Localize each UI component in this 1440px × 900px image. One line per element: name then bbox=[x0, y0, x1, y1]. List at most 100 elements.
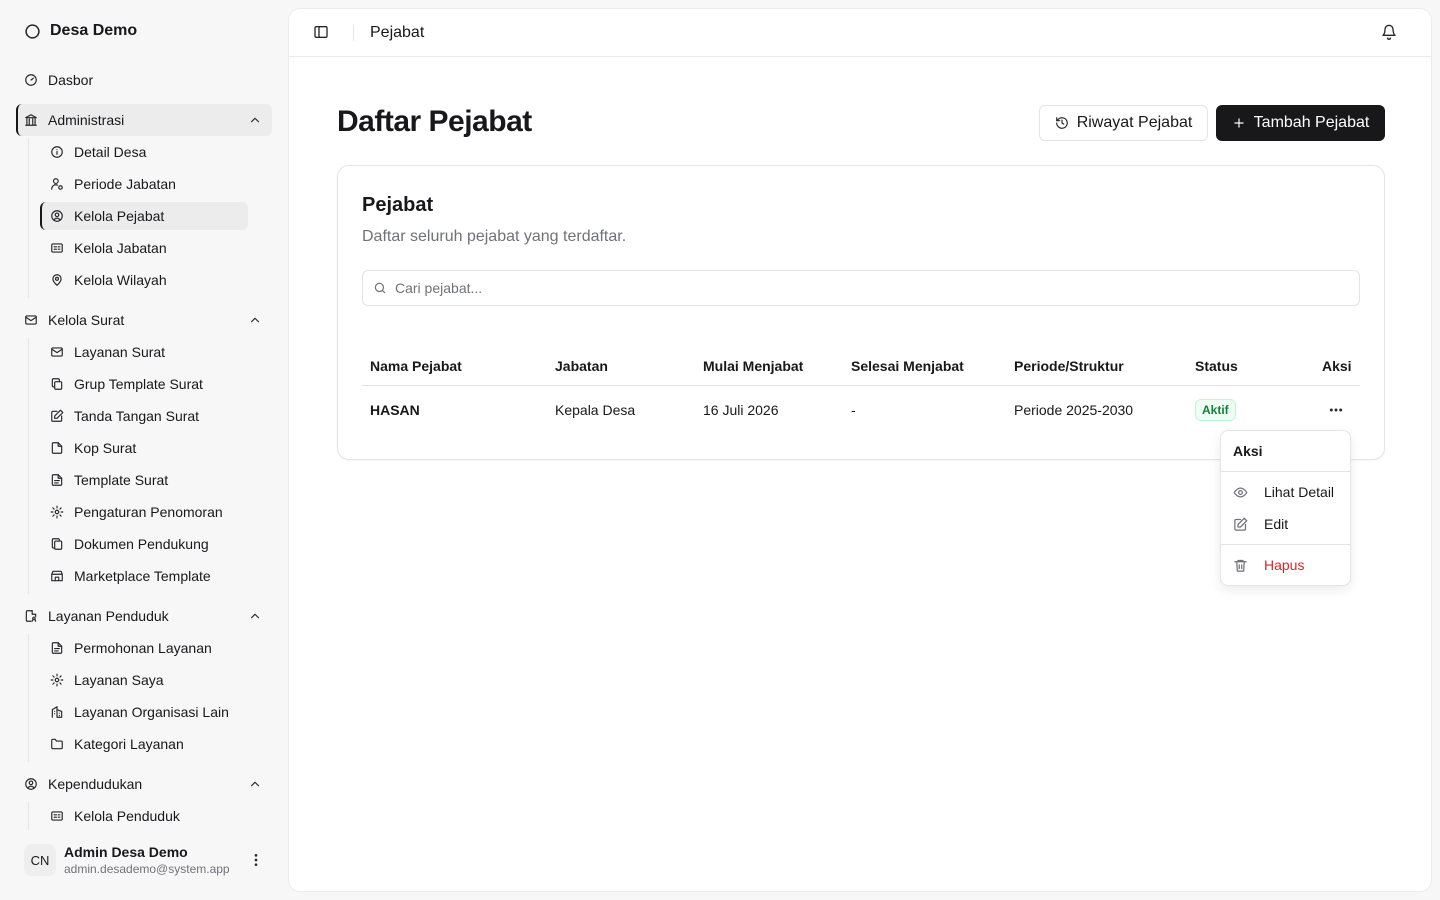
file-text-icon bbox=[50, 641, 64, 655]
cell-mulai: 16 Juli 2026 bbox=[703, 402, 779, 418]
row-actions-menu: Aksi Lihat Detail Edit Hapus bbox=[1220, 430, 1351, 586]
sidebar-item-template-surat[interactable]: Template Surat bbox=[40, 466, 248, 494]
sidebar-toggle-icon[interactable] bbox=[313, 24, 329, 40]
table-row[interactable]: HASAN Kepala Desa 16 Juli 2026 - Periode… bbox=[362, 386, 1360, 434]
file-text-icon bbox=[50, 473, 64, 487]
chevron-up-icon bbox=[248, 113, 262, 127]
id-card-icon bbox=[50, 241, 64, 255]
officials-table: Nama Pejabat Jabatan Mulai Menjabat Sele… bbox=[362, 346, 1360, 434]
user-name: Admin Desa Demo bbox=[64, 844, 188, 860]
gear-icon bbox=[50, 505, 64, 519]
card-title: Pejabat bbox=[362, 194, 434, 216]
column-header: Nama Pejabat bbox=[370, 357, 462, 374]
breadcrumb: Pejabat bbox=[370, 24, 425, 41]
topbar-divider bbox=[353, 25, 354, 41]
sidebar-group-kelola-surat[interactable]: Kelola Surat bbox=[16, 304, 272, 336]
sidebar-item-grup-template-surat[interactable]: Grup Template Surat bbox=[40, 370, 248, 398]
sidebar-item-label: Periode Jabatan bbox=[74, 176, 176, 192]
sidebar-group-label: Kependudukan bbox=[48, 776, 143, 792]
sidebar-item-label: Permohonan Layanan bbox=[74, 640, 212, 656]
menu-item-edit[interactable]: Edit bbox=[1233, 510, 1343, 538]
add-official-button[interactable]: Tambah Pejabat bbox=[1216, 105, 1385, 141]
sidebar-item-pengaturan-penomoran[interactable]: Pengaturan Penomoran bbox=[40, 498, 248, 526]
menu-item-delete[interactable]: Hapus bbox=[1233, 551, 1343, 579]
sidebar-item-label: Template Surat bbox=[74, 472, 169, 488]
cell-jabatan: Kepala Desa bbox=[555, 402, 636, 418]
sidebar-item-label: Detail Desa bbox=[74, 144, 147, 160]
sidebar-item-tanda-tangan-surat[interactable]: Tanda Tangan Surat bbox=[40, 402, 248, 430]
sidebar-item-label: Marketplace Template bbox=[74, 568, 211, 584]
table-header: Nama Pejabat Jabatan Mulai Menjabat Sele… bbox=[362, 346, 1360, 386]
cell-selesai: - bbox=[851, 402, 856, 418]
officials-card: Pejabat Daftar seluruh pejabat yang terd… bbox=[337, 165, 1385, 460]
pen-square-icon bbox=[50, 409, 64, 423]
column-header: Mulai Menjabat bbox=[703, 357, 804, 374]
history-icon bbox=[1055, 116, 1069, 130]
cell-nama: HASAN bbox=[370, 402, 420, 418]
brand[interactable]: Desa Demo bbox=[24, 22, 137, 40]
copy-icon bbox=[50, 377, 64, 391]
sidebar-item-dokumen-pendukung[interactable]: Dokumen Pendukung bbox=[40, 530, 248, 558]
landmark-icon bbox=[24, 113, 38, 127]
sidebar-item-label: Kategori Layanan bbox=[74, 736, 184, 752]
sidebar-item-layanan-surat[interactable]: Layanan Surat bbox=[40, 338, 248, 366]
sidebar-item-detail-desa[interactable]: Detail Desa bbox=[40, 138, 248, 166]
sidebar-item-label: Layanan Saya bbox=[74, 672, 164, 688]
sidebar-group-layanan-penduduk[interactable]: Layanan Penduduk bbox=[16, 600, 272, 632]
eye-icon bbox=[1233, 485, 1248, 500]
chevron-up-icon bbox=[248, 609, 262, 623]
sidebar-item-kelola-wilayah[interactable]: Kelola Wilayah bbox=[40, 266, 248, 294]
sidebar-item-periode-jabatan[interactable]: Periode Jabatan bbox=[40, 170, 248, 198]
sidebar-item-label: Dasbor bbox=[48, 72, 94, 88]
sidebar-group-kependudukan[interactable]: Kependudukan bbox=[16, 768, 272, 800]
file-icon bbox=[50, 441, 64, 455]
sidebar-item-label: Pengaturan Penomoran bbox=[74, 504, 223, 520]
more-vertical-icon[interactable] bbox=[248, 852, 264, 868]
topbar: Pejabat bbox=[289, 9, 1431, 57]
sidebar-divider bbox=[28, 138, 29, 298]
map-pin-icon bbox=[50, 273, 64, 287]
sidebar-item-permohonan-layanan[interactable]: Permohonan Layanan bbox=[40, 634, 248, 662]
sidebar-group-label: Kelola Surat bbox=[48, 312, 125, 328]
sidebar-item-kelola-penduduk[interactable]: Kelola Penduduk bbox=[40, 802, 248, 830]
sidebar-item-marketplace-template[interactable]: Marketplace Template bbox=[40, 562, 248, 590]
user-profile[interactable]: CN Admin Desa Demo admin.desademo@system… bbox=[24, 840, 272, 880]
user-circle-icon bbox=[24, 777, 38, 791]
sidebar-item-label: Tanda Tangan Surat bbox=[74, 408, 200, 424]
menu-item-view-detail[interactable]: Lihat Detail bbox=[1233, 478, 1343, 506]
sidebar-item-kategori-layanan[interactable]: Kategori Layanan bbox=[40, 730, 248, 758]
store-icon bbox=[50, 569, 64, 583]
sidebar-item-layanan-organisasi-lain[interactable]: Layanan Organisasi Lain bbox=[40, 698, 248, 726]
sidebar-group-label: Administrasi bbox=[48, 112, 125, 128]
sidebar-item-label: Kelola Wilayah bbox=[74, 272, 167, 288]
sidebar-item-kop-surat[interactable]: Kop Surat bbox=[40, 434, 248, 462]
sidebar-item-kelola-pejabat[interactable]: Kelola Pejabat bbox=[40, 202, 248, 230]
user-info: Admin Desa Demo admin.desademo@system.ap… bbox=[64, 844, 240, 876]
more-horizontal-icon[interactable] bbox=[1328, 402, 1344, 418]
trash-icon bbox=[1233, 558, 1248, 573]
column-header: Selesai Menjabat bbox=[851, 357, 964, 374]
sidebar-divider bbox=[28, 634, 29, 762]
info-icon bbox=[50, 145, 64, 159]
menu-divider bbox=[1221, 471, 1350, 472]
search-input[interactable] bbox=[395, 280, 1295, 296]
sidebar-group-administrasi[interactable]: Administrasi bbox=[16, 104, 272, 136]
sidebar-item-layanan-saya[interactable]: Layanan Saya bbox=[40, 666, 248, 694]
column-header: Status bbox=[1195, 357, 1238, 374]
id-card-icon bbox=[50, 809, 64, 823]
pen-square-icon bbox=[1233, 517, 1248, 532]
history-button-label: Riwayat Pejabat bbox=[1076, 114, 1193, 131]
sidebar-item-kelola-jabatan[interactable]: Kelola Jabatan bbox=[40, 234, 248, 262]
menu-item-label: Lihat Detail bbox=[1264, 484, 1335, 500]
history-button[interactable]: Riwayat Pejabat bbox=[1039, 105, 1208, 141]
sidebar-item-label: Kelola Jabatan bbox=[74, 240, 167, 256]
sidebar-group-label: Layanan Penduduk bbox=[48, 608, 169, 624]
sidebar-item-label: Kelola Penduduk bbox=[74, 808, 180, 824]
plus-icon bbox=[1232, 116, 1246, 130]
sidebar-item-dasbor[interactable]: Dasbor bbox=[16, 64, 272, 96]
user-clock-icon bbox=[50, 177, 64, 191]
bell-icon[interactable] bbox=[1381, 24, 1397, 40]
column-header: Jabatan bbox=[555, 357, 608, 374]
sidebar-divider bbox=[28, 338, 29, 594]
menu-label: Aksi bbox=[1233, 443, 1263, 459]
